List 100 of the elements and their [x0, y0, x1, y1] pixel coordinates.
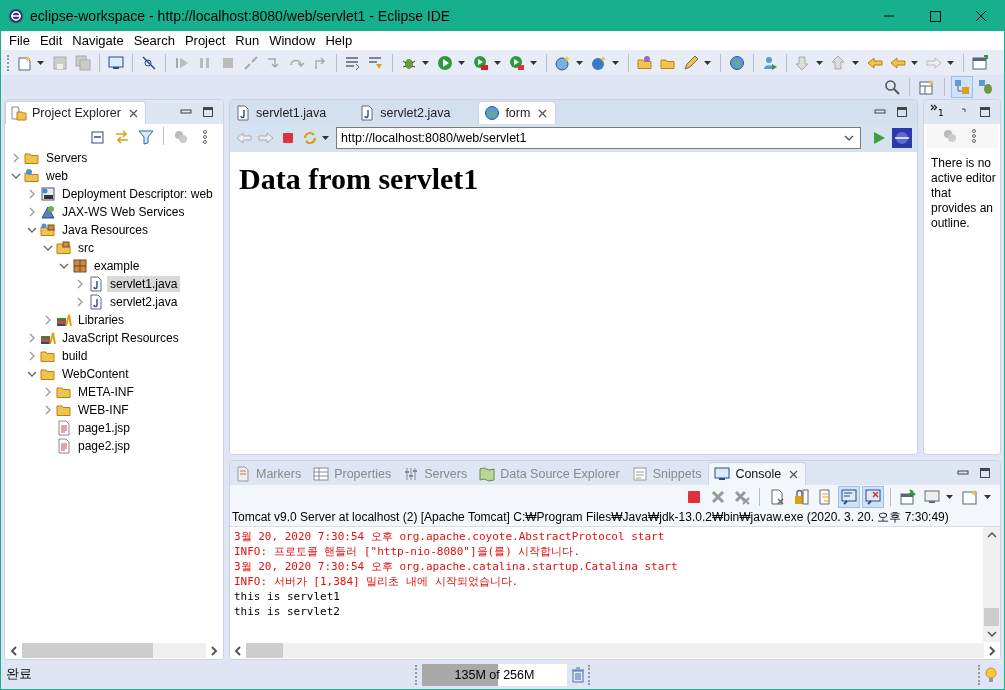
caret-icon[interactable] [852, 60, 859, 65]
show-stderr-icon[interactable] [863, 487, 883, 507]
pin-icon[interactable] [898, 487, 918, 507]
menu-item[interactable]: File [4, 33, 35, 48]
tree-item[interactable]: page2.jsp [75, 438, 134, 454]
view-tab[interactable]: Project Explorer [5, 101, 146, 124]
show-stdout-icon[interactable] [839, 487, 859, 507]
tree-item[interactable]: build [59, 348, 91, 364]
maximize-icon[interactable] [979, 106, 991, 118]
chevron-down-icon[interactable] [43, 243, 53, 253]
sliders-icon [403, 466, 420, 482]
caret-icon[interactable] [984, 495, 991, 499]
scroll-right-icon[interactable] [988, 645, 996, 656]
caret-icon[interactable] [704, 60, 711, 65]
maximize-icon[interactable] [896, 106, 908, 118]
trash-icon[interactable] [571, 666, 585, 683]
caret-icon[interactable] [37, 60, 44, 65]
close-icon[interactable] [789, 469, 799, 479]
search-icon[interactable] [882, 77, 902, 97]
console-title: Tomcat v9.0 Server at localhost (2) [Apache Tomcat] C:₩Program Files₩Java₩jdk-13.0.2₩bin₩javaw.exe (2020. 3. 20. 오후 7:30:49) [231, 509, 950, 526]
caret-icon[interactable] [530, 60, 537, 65]
view-tab[interactable]: Console [708, 462, 807, 485]
java-file-icon [88, 294, 104, 310]
chevron-right-icon[interactable] [75, 297, 85, 307]
editor-tab[interactable]: servlet1.java [230, 102, 355, 124]
map-icon [479, 466, 496, 482]
scroll-left-icon[interactable] [10, 645, 18, 656]
page-heading: Data from servlet1 [239, 162, 480, 196]
chevron-right-icon[interactable] [27, 207, 37, 217]
caret-icon[interactable] [422, 60, 429, 65]
chevron-right-icon[interactable] [43, 387, 53, 397]
java-file-icon [359, 105, 376, 121]
tree-item[interactable]: JAX-WS Web Services [59, 204, 188, 220]
tree-item[interactable]: WebContent [59, 366, 132, 382]
menu-item[interactable]: Project [179, 33, 231, 48]
chevron-right-icon[interactable] [75, 279, 85, 289]
tree-item[interactable]: Servers [43, 150, 91, 166]
tree-item[interactable]: Deployment Descriptor: web [59, 186, 216, 202]
chevron-right-icon[interactable] [27, 189, 37, 199]
chevron-down-icon[interactable] [27, 369, 37, 379]
caret-icon[interactable] [494, 60, 501, 65]
menu-item[interactable]: Edit [34, 33, 68, 48]
console-line: 3월 20, 2020 7:30:54 오후 org.apache.catalina.startup.Catalina start [234, 559, 679, 574]
tree-item[interactable]: JavaScript Resources [59, 330, 182, 346]
window-title: eclipse-workspace - http://localhost:8080/web/servlet1 - Eclipse IDE [30, 7, 451, 24]
caret-icon[interactable] [322, 136, 329, 140]
caret-icon[interactable] [947, 60, 954, 65]
menu-item[interactable]: Window [264, 33, 321, 48]
caret-icon[interactable] [816, 60, 823, 65]
close-icon[interactable] [128, 108, 138, 118]
chevron-right-icon[interactable] [27, 351, 37, 361]
caret-icon[interactable] [576, 60, 583, 65]
scroll-left-icon[interactable] [234, 645, 242, 656]
tree-item[interactable]: Libraries [75, 312, 128, 328]
maximize-icon[interactable] [202, 106, 214, 118]
tree-item[interactable]: servlet1.java [107, 276, 181, 292]
caret-icon[interactable] [458, 60, 465, 65]
chevron-right-icon[interactable] [27, 333, 37, 343]
tree-item[interactable]: src [75, 240, 97, 256]
chevron-down-icon[interactable] [27, 225, 37, 235]
tree-item[interactable]: web [43, 168, 71, 184]
console-line: INFO: 서버가 [1,384] 밀리초 내에 시작되었습니다. [234, 574, 520, 589]
tree-item[interactable]: Java Resources [59, 222, 152, 238]
caret-icon[interactable] [911, 60, 918, 65]
tree-item[interactable]: example [91, 258, 143, 274]
close-icon[interactable] [538, 108, 548, 118]
menu-item[interactable]: Search [128, 33, 180, 48]
scroll-right-icon[interactable] [210, 645, 218, 656]
caret-icon[interactable] [612, 60, 619, 65]
package-icon [72, 258, 88, 274]
filter-icon[interactable] [136, 127, 156, 147]
tree-item[interactable]: WEB-INF [75, 402, 132, 418]
scrollbar-thumb[interactable] [984, 608, 999, 626]
new-window-icon[interactable] [970, 52, 990, 73]
scroll-up-icon[interactable] [986, 531, 997, 539]
package-folder-icon [56, 240, 72, 256]
chevron-right-icon[interactable] [43, 405, 53, 415]
caret-icon[interactable] [946, 495, 953, 499]
chevron-right-icon[interactable] [11, 153, 21, 163]
chevron-down-icon[interactable] [11, 171, 21, 181]
scrollbar-thumb[interactable] [22, 643, 153, 658]
dropdown-icon[interactable] [844, 135, 854, 141]
tree-item[interactable]: servlet2.java [107, 294, 181, 310]
editor-tab[interactable]: servlet2.java [354, 102, 479, 124]
scroll-down-icon[interactable] [986, 630, 997, 638]
menu-item[interactable]: Navigate [67, 33, 129, 48]
outline-message: There is no active editor that provides an outline. [931, 156, 996, 231]
scrollbar-thumb[interactable] [246, 643, 283, 658]
url-field[interactable]: http://localhost:8080/web/servlet1 [336, 127, 861, 149]
lightbulb-icon[interactable] [985, 666, 997, 683]
console-line: INFO: 프로토콜 핸들러 ["http-nio-8080"]을(를) 시작합니다. [234, 544, 582, 559]
chevron-down-icon[interactable] [59, 261, 69, 271]
tree-item[interactable]: page1.jsp [75, 420, 134, 436]
editor-tab[interactable]: form [478, 101, 557, 124]
menu-item[interactable]: Run [230, 33, 265, 48]
chevron-right-icon[interactable] [43, 315, 53, 325]
maximize-icon[interactable] [979, 467, 991, 479]
tree-item[interactable]: META-INF [75, 384, 137, 400]
menu-item[interactable]: Help [320, 33, 358, 48]
console-line: this is servlet1 [234, 589, 341, 604]
